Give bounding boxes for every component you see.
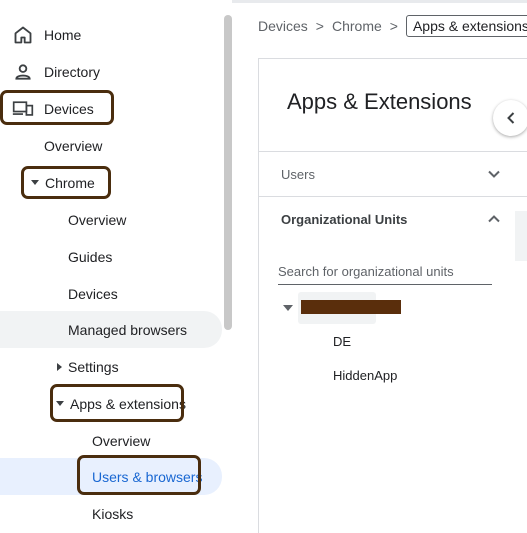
chevron-down-icon[interactable] xyxy=(488,168,500,180)
sidebar-item-label: Kiosks xyxy=(92,505,134,522)
sidebar-item-label: Chrome xyxy=(45,174,95,191)
sidebar-item-directory[interactable]: Directory xyxy=(12,53,100,90)
sidebar: Home Directory Devices Overview Chrome O… xyxy=(0,0,232,532)
divider xyxy=(259,196,527,197)
sidebar-item-chrome[interactable]: Chrome xyxy=(31,164,95,201)
sidebar-scrollbar[interactable] xyxy=(224,15,232,330)
sidebar-item-label: Apps & extensions xyxy=(70,395,186,412)
users-section-header[interactable]: Users xyxy=(281,167,315,182)
sidebar-item-chrome-overview[interactable]: Overview xyxy=(68,201,126,238)
breadcrumb-chrome[interactable]: Chrome xyxy=(332,18,382,34)
sidebar-item-label: Users & browsers xyxy=(92,468,203,485)
caret-right-icon xyxy=(57,362,62,371)
top-divider xyxy=(232,0,527,3)
breadcrumb-devices[interactable]: Devices xyxy=(258,18,308,34)
sidebar-item-label: Settings xyxy=(68,358,119,375)
sidebar-item-chrome-devices[interactable]: Devices xyxy=(68,275,118,312)
sidebar-item-label: Directory xyxy=(44,63,101,80)
org-unit-item-hiddenapp[interactable]: HiddenApp xyxy=(333,368,397,383)
breadcrumb-separator: > xyxy=(389,18,398,34)
page-title: Apps & Extensions xyxy=(287,89,472,114)
sidebar-item-settings[interactable]: Settings xyxy=(57,348,119,385)
org-unit-item-de[interactable]: DE xyxy=(333,334,351,349)
sidebar-item-home[interactable]: Home xyxy=(12,16,81,53)
sidebar-item-label: Home xyxy=(44,26,82,43)
sidebar-item-users-browsers[interactable]: Users & browsers xyxy=(0,458,222,495)
person-icon xyxy=(12,61,34,83)
sidebar-item-guides[interactable]: Guides xyxy=(68,238,112,275)
sidebar-item-label: Overview xyxy=(92,432,151,449)
breadcrumb: Devices > Chrome > Apps & extensions xyxy=(258,14,527,38)
sidebar-item-devices-overview[interactable]: Overview xyxy=(44,127,102,164)
org-units-section-header[interactable]: Organizational Units xyxy=(281,212,407,227)
chevron-left-icon xyxy=(507,112,515,124)
sidebar-item-label: Devices xyxy=(44,100,94,117)
org-unit-search-input[interactable] xyxy=(278,258,492,285)
divider xyxy=(259,151,527,152)
list-scroll-region xyxy=(515,211,527,261)
collapse-panel-button[interactable] xyxy=(493,100,527,136)
redacted-org-unit-name xyxy=(301,300,401,314)
sidebar-item-label: Managed browsers xyxy=(68,321,188,338)
sidebar-item-managed-browsers[interactable]: Managed browsers xyxy=(0,311,222,348)
sidebar-item-apps-extensions[interactable]: Apps & extensions xyxy=(56,385,186,422)
caret-down-icon[interactable] xyxy=(283,305,293,312)
caret-down-icon xyxy=(56,401,64,406)
sidebar-item-label: Overview xyxy=(44,137,103,154)
sidebar-item-kiosks[interactable]: Kiosks xyxy=(92,495,133,532)
sidebar-item-apps-overview[interactable]: Overview xyxy=(92,422,150,459)
breadcrumb-current[interactable]: Apps & extensions xyxy=(405,15,527,37)
home-icon xyxy=(12,24,34,46)
devices-icon xyxy=(12,98,34,120)
sidebar-item-label: Overview xyxy=(68,211,127,228)
caret-down-icon xyxy=(31,180,39,185)
sidebar-item-label: Devices xyxy=(68,285,118,302)
breadcrumb-separator: > xyxy=(315,18,324,34)
sidebar-item-devices[interactable]: Devices xyxy=(12,90,94,127)
sidebar-item-label: Guides xyxy=(68,248,113,265)
chevron-up-icon[interactable] xyxy=(488,213,500,225)
